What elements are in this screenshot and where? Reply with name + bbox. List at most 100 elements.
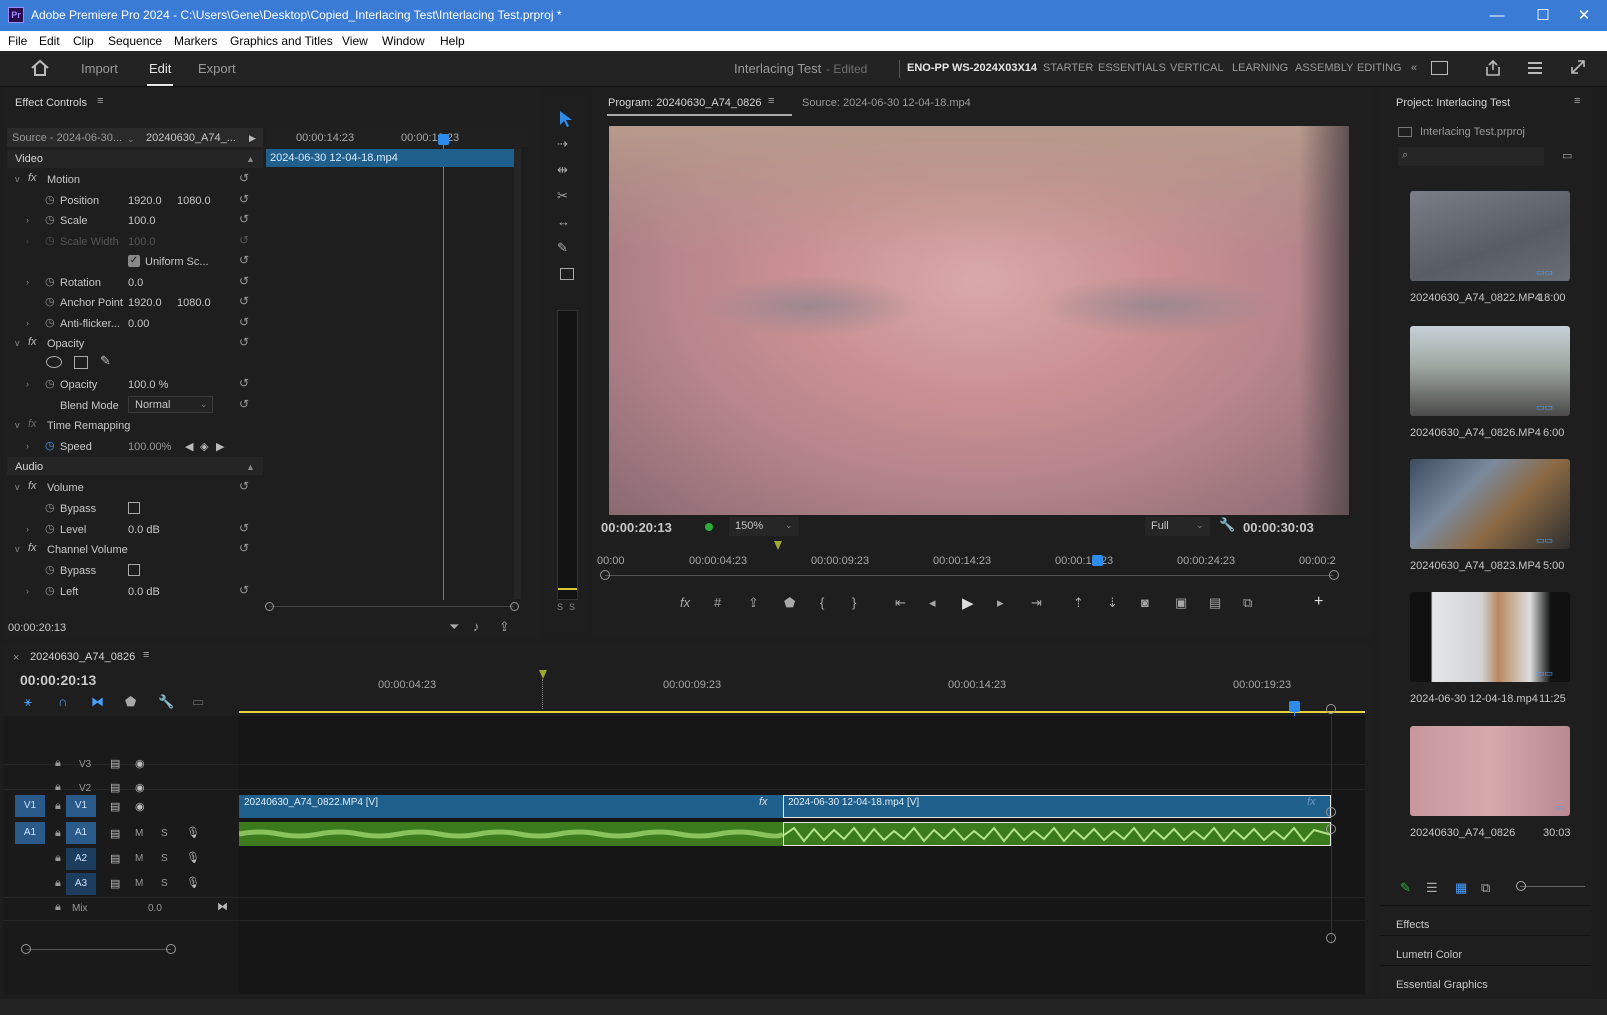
reset-icon[interactable]: ↺ <box>239 521 249 535</box>
eye-icon[interactable]: ◉ <box>135 800 145 813</box>
home-icon[interactable] <box>30 59 50 77</box>
stopwatch-icon[interactable]: ◷ <box>45 522 55 535</box>
reset-icon[interactable]: ↺ <box>239 192 249 206</box>
lumetri-color-tab[interactable]: Lumetri Color <box>1396 949 1462 961</box>
menu-file[interactable]: File <box>8 34 27 48</box>
uniform-scale-checkbox[interactable]: ✓ <box>128 255 140 267</box>
tab-edit[interactable]: Edit <box>149 61 171 76</box>
add-marker-icon[interactable]: ⬟ <box>125 694 136 710</box>
effect-controls-title[interactable]: Effect Controls <box>15 97 87 109</box>
left-channel-value[interactable]: 0.0 dB <box>128 586 160 598</box>
effects-panel-tab[interactable]: Effects <box>1396 919 1429 931</box>
horizontal-zoom-bar[interactable] <box>26 949 171 950</box>
reset-icon[interactable]: ↺ <box>239 171 249 185</box>
stopwatch-icon[interactable]: ◷ <box>45 316 55 329</box>
fx-icon[interactable]: fx <box>28 418 37 430</box>
menu-markers[interactable]: Markers <box>174 34 217 48</box>
sync-lock-icon[interactable]: ▤ <box>110 800 120 813</box>
stopwatch-icon[interactable]: ◷ <box>45 193 55 206</box>
anchor-y-value[interactable]: 1080.0 <box>177 297 211 309</box>
program-title[interactable]: Program: 20240630_A74_0826 <box>608 97 762 109</box>
timeline-settings-icon[interactable]: 🔧 <box>158 694 174 710</box>
zoom-handle-left[interactable] <box>21 944 31 954</box>
scroll-handle[interactable] <box>1326 824 1336 834</box>
solo-right-button[interactable]: S <box>569 602 575 612</box>
collapse-icon[interactable]: ▲ <box>246 462 255 472</box>
collapse-icon[interactable]: ▲ <box>246 154 255 164</box>
workspace-starter[interactable]: STARTER <box>1043 62 1093 74</box>
source-patch-a1[interactable]: A1 <box>15 822 45 844</box>
stopwatch-icon[interactable]: ◷ <box>45 563 55 576</box>
solo-button[interactable]: S <box>161 853 168 864</box>
solo-button[interactable]: S <box>161 878 168 889</box>
tab-export[interactable]: Export <box>198 61 236 76</box>
reset-icon[interactable]: ↺ <box>239 294 249 308</box>
icon-view-icon[interactable]: ▦ <box>1455 880 1467 896</box>
timeline-playhead[interactable] <box>1289 701 1300 712</box>
selection-tool-icon[interactable] <box>558 110 574 128</box>
menu-clip[interactable]: Clip <box>73 34 94 48</box>
mute-button[interactable]: M <box>135 878 143 889</box>
fx-icon[interactable]: fx <box>28 172 37 184</box>
linked-selection-icon[interactable]: ⧓ <box>91 694 104 710</box>
minimize-button[interactable]: — <box>1474 0 1520 31</box>
level-value[interactable]: 0.0 dB <box>128 524 160 536</box>
panel-menu-icon[interactable]: ≡ <box>143 649 149 661</box>
comparison-view-icon[interactable]: ▣ <box>1175 595 1187 611</box>
zoom-handle-right[interactable] <box>166 944 176 954</box>
scroll-handle[interactable] <box>1326 704 1336 714</box>
video-frame[interactable] <box>609 126 1349 515</box>
rectangle-tool-icon[interactable] <box>560 268 574 280</box>
anchor-x-value[interactable]: 1920.0 <box>128 297 162 309</box>
zoom-handle-right[interactable] <box>510 602 519 611</box>
bypass-checkbox[interactable] <box>128 564 140 576</box>
settings-wrench-icon[interactable]: 🔧 <box>1219 517 1235 533</box>
essential-graphics-tab[interactable]: Essential Graphics <box>1396 979 1488 991</box>
track-select-tool-icon[interactable]: ⇢ <box>557 136 568 152</box>
filter-icon[interactable]: ⏷ <box>449 619 459 635</box>
fx-icon[interactable]: fx <box>28 336 37 348</box>
eye-icon[interactable]: ◉ <box>135 781 145 794</box>
timeline-timecode[interactable]: 00:00:20:13 <box>20 672 96 688</box>
microphone-icon[interactable]: 🎙︎ <box>186 876 200 889</box>
menu-graphics-titles[interactable]: Graphics and Titles <box>230 34 333 48</box>
pen-tool-icon[interactable]: ✎ <box>557 240 568 256</box>
next-keyframe-icon[interactable]: ▶ <box>216 440 224 453</box>
panel-menu-icon[interactable]: ≡ <box>768 95 774 107</box>
quick-export-icon[interactable] <box>1526 59 1544 77</box>
menu-help[interactable]: Help <box>440 34 465 48</box>
pm-zoom-handle-left[interactable] <box>600 570 610 580</box>
extract-icon[interactable]: ⇣ <box>1107 595 1118 611</box>
ripple-edit-tool-icon[interactable]: ⇹ <box>557 162 568 178</box>
freeform-view-icon[interactable]: ⧉ <box>1481 880 1490 896</box>
play-button-icon[interactable]: ▶ <box>962 594 974 612</box>
mute-button[interactable]: M <box>135 853 143 864</box>
project-title[interactable]: Project: Interlacing Test <box>1396 97 1510 109</box>
track-target-a2[interactable]: A2 <box>66 848 96 870</box>
ec-scrollbar[interactable] <box>514 149 521 599</box>
clip-0822-audio[interactable] <box>239 822 783 846</box>
program-timecode[interactable]: 00:00:20:13 <box>601 520 672 535</box>
clip-name-link[interactable]: 20240630_A74_... <box>146 132 236 144</box>
step-back-icon[interactable]: ◂ <box>929 595 936 611</box>
scale-value[interactable]: 100.0 <box>128 215 156 227</box>
position-y-value[interactable]: 1080.0 <box>177 195 211 207</box>
lock-icon[interactable]: 🔒︎ <box>55 877 61 890</box>
captions-icon[interactable]: ▭ <box>192 694 204 710</box>
mix-value[interactable]: 0.0 <box>148 903 162 914</box>
add-button-icon[interactable]: + <box>1314 593 1323 611</box>
opacity-value[interactable]: 100.0 % <box>128 379 168 391</box>
expand-icon[interactable]: › <box>26 379 29 389</box>
vr-view-icon[interactable]: ⧉ <box>1243 595 1252 611</box>
lock-icon[interactable]: 🔒︎ <box>55 781 61 794</box>
lock-icon[interactable]: 🔒︎ <box>55 901 61 914</box>
stopwatch-icon[interactable]: ◷ <box>45 295 55 308</box>
workspace-learning[interactable]: LEARNING <box>1232 62 1288 74</box>
stopwatch-icon[interactable]: ◷ <box>45 275 55 288</box>
stopwatch-icon[interactable]: ◷ <box>45 501 55 514</box>
fx-toggle-icon[interactable]: fx <box>680 595 690 610</box>
rotation-value[interactable]: 0.0 <box>128 277 143 289</box>
sync-lock-icon[interactable]: ▤ <box>110 877 120 890</box>
project-search-input[interactable] <box>1398 147 1544 166</box>
menu-view[interactable]: View <box>342 34 368 48</box>
